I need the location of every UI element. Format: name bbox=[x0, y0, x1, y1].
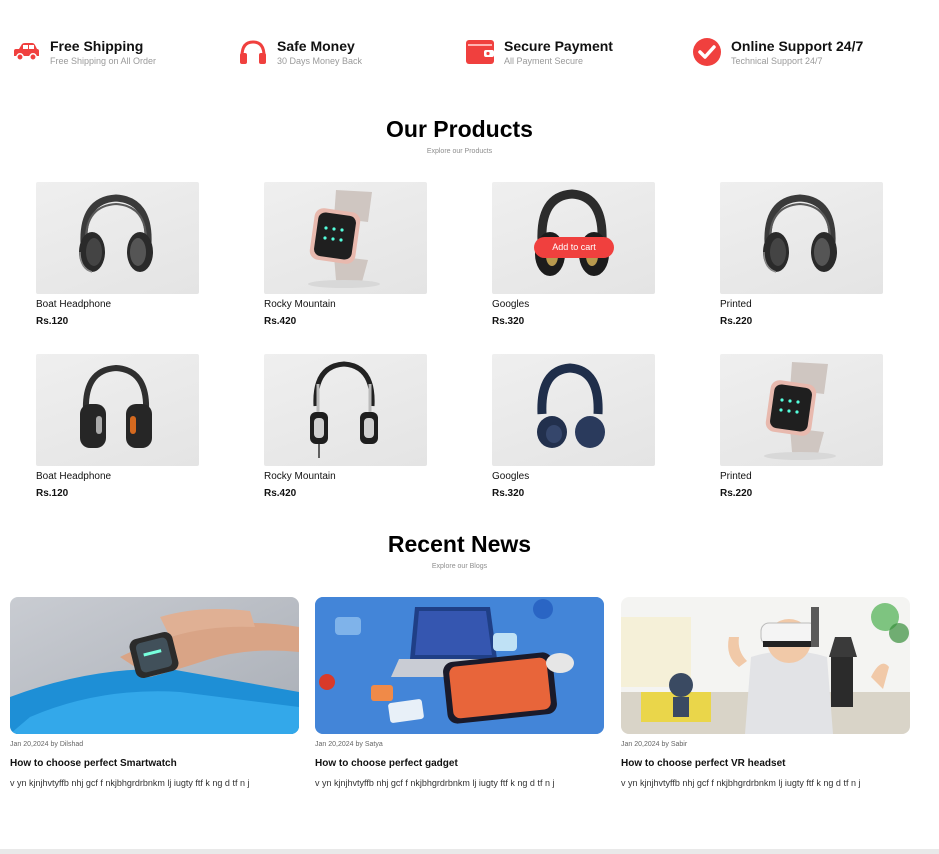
product-name[interactable]: Googles bbox=[492, 298, 655, 312]
products-section-subtitle: Explore our Products bbox=[426, 148, 493, 155]
news-title[interactable]: How to choose perfect VR headset bbox=[621, 757, 910, 770]
feature-title: Secure Payment bbox=[504, 38, 613, 54]
product-name[interactable]: Printed bbox=[720, 298, 883, 312]
product-card[interactable]: Googles Rs.320 bbox=[492, 354, 655, 501]
gadgets-desk-image bbox=[315, 597, 604, 734]
product-image[interactable]: Add to cart bbox=[492, 182, 655, 294]
check-circle-icon bbox=[691, 36, 723, 68]
feature-free-shipping: Free Shipping Free Shipping on All Order bbox=[10, 36, 156, 70]
add-to-cart-button[interactable]: Add to cart bbox=[534, 237, 614, 258]
vr-kid-image bbox=[621, 597, 910, 734]
product-card[interactable]: Rocky Mountain Rs.420 bbox=[264, 182, 427, 329]
headphone-image bbox=[79, 194, 153, 273]
product-price: Rs.320 bbox=[492, 316, 525, 327]
news-meta: Jan 20,2024 by Dilshad bbox=[10, 741, 84, 748]
product-image[interactable] bbox=[720, 182, 883, 294]
product-name[interactable]: Printed bbox=[720, 470, 883, 484]
feature-online-support: Online Support 24/7 Technical Support 24… bbox=[691, 36, 863, 70]
news-excerpt: v yn kjnjhvtyffb nhj gcf f nkjbhgrdrbnkm… bbox=[315, 778, 555, 788]
feature-secure-payment: Secure Payment All Payment Secure bbox=[464, 36, 613, 70]
news-meta: Jan 20,2024 by Satya bbox=[315, 741, 383, 748]
product-image[interactable] bbox=[264, 354, 427, 466]
feature-title: Safe Money bbox=[277, 38, 355, 54]
headphone-image bbox=[310, 361, 378, 458]
news-image[interactable] bbox=[315, 597, 604, 734]
product-price: Rs.120 bbox=[36, 316, 69, 327]
product-card[interactable]: Printed Rs.220 bbox=[720, 354, 883, 501]
product-image[interactable] bbox=[36, 354, 199, 466]
product-price: Rs.420 bbox=[264, 316, 297, 327]
product-card[interactable]: Boat Headphone Rs.120 bbox=[36, 182, 199, 329]
feature-title: Online Support 24/7 bbox=[731, 38, 864, 54]
product-card[interactable]: Printed Rs.220 bbox=[720, 182, 883, 329]
feature-title: Free Shipping bbox=[50, 38, 144, 54]
product-card[interactable]: Add to cart Googles Rs.320 bbox=[492, 182, 655, 329]
news-excerpt: v yn kjnjhvtyffb nhj gcf f nkjbhgrdrbnkm… bbox=[621, 778, 861, 788]
news-section-title: Recent News bbox=[387, 531, 532, 557]
smartwatch-image bbox=[764, 362, 836, 460]
feature-subtitle: All Payment Secure bbox=[504, 56, 584, 66]
product-name[interactable]: Rocky Mountain bbox=[264, 470, 427, 484]
product-image[interactable] bbox=[492, 354, 655, 466]
news-title[interactable]: How to choose perfect Smartwatch bbox=[10, 757, 299, 770]
smartwatch-image bbox=[308, 190, 380, 288]
news-card[interactable]: Jan 20,2024 by Sabir How to choose perfe… bbox=[621, 597, 910, 789]
headphone-image bbox=[80, 364, 152, 448]
headphone-image bbox=[537, 363, 605, 448]
product-name[interactable]: Googles bbox=[492, 470, 655, 484]
headphones-icon bbox=[237, 36, 269, 68]
product-grid: Boat Headphone Rs.120 Rocky Mountain Rs.… bbox=[36, 182, 884, 502]
news-card[interactable]: Jan 20,2024 by Satya How to choose perfe… bbox=[315, 597, 604, 789]
news-excerpt: v yn kjnjhvtyffb nhj gcf f nkjbhgrdrbnkm… bbox=[10, 778, 250, 788]
product-card[interactable]: Rocky Mountain Rs.420 bbox=[264, 354, 427, 501]
product-card[interactable]: Boat Headphone Rs.120 bbox=[36, 354, 199, 501]
headphone-image bbox=[763, 194, 837, 273]
news-image[interactable] bbox=[10, 597, 299, 734]
news-title[interactable]: How to choose perfect gadget bbox=[315, 757, 604, 770]
product-image[interactable] bbox=[264, 182, 427, 294]
car-icon bbox=[10, 36, 42, 68]
features-strip: Free Shipping Free Shipping on All Order… bbox=[10, 36, 930, 70]
feature-subtitle: Free Shipping on All Order bbox=[50, 56, 157, 66]
news-card[interactable]: Jan 20,2024 by Dilshad How to choose per… bbox=[10, 597, 299, 789]
feature-subtitle: Technical Support 24/7 bbox=[731, 56, 823, 66]
product-price: Rs.220 bbox=[720, 488, 753, 499]
smartwatch-wrist-image bbox=[10, 597, 299, 734]
product-name[interactable]: Rocky Mountain bbox=[264, 298, 427, 312]
feature-subtitle: 30 Days Money Back bbox=[277, 56, 363, 66]
wallet-icon bbox=[464, 36, 496, 68]
product-price: Rs.120 bbox=[36, 488, 69, 499]
news-image[interactable] bbox=[621, 597, 910, 734]
product-price: Rs.220 bbox=[720, 316, 753, 327]
product-name[interactable]: Boat Headphone bbox=[36, 298, 199, 312]
product-image[interactable] bbox=[36, 182, 199, 294]
product-price: Rs.320 bbox=[492, 488, 525, 499]
product-price: Rs.420 bbox=[264, 488, 297, 499]
feature-safe-money: Safe Money 30 Days Money Back bbox=[237, 36, 362, 70]
products-section-title: Our Products bbox=[386, 116, 533, 142]
news-section-subtitle: Explore our Blogs bbox=[431, 563, 488, 570]
product-image[interactable] bbox=[720, 354, 883, 466]
product-name[interactable]: Boat Headphone bbox=[36, 470, 199, 484]
footer-edge bbox=[0, 849, 939, 854]
news-meta: Jan 20,2024 by Sabir bbox=[621, 741, 688, 748]
